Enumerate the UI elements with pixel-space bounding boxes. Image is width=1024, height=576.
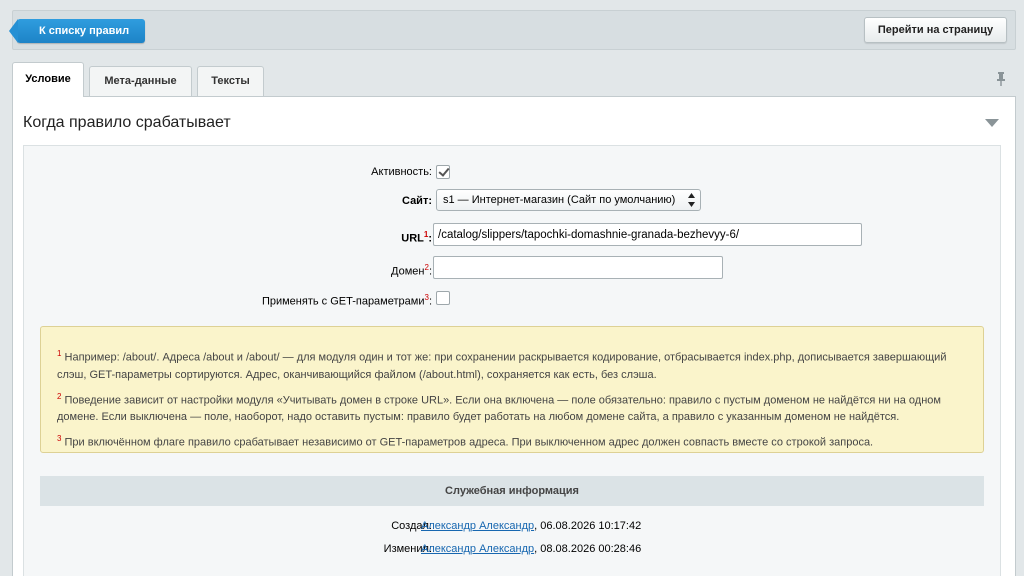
chevron-down-icon[interactable] (985, 119, 999, 127)
created-user-link[interactable]: Александр Александр (421, 520, 534, 532)
footnotes-box: 1 Например: /about/. Адреса /about и /ab… (40, 326, 984, 453)
back-to-rules-button[interactable]: К списку правил (9, 19, 145, 43)
active-checkbox[interactable] (436, 165, 450, 179)
url-row: URL1: (24, 223, 1002, 247)
site-label: Сайт: (401, 195, 432, 207)
select-arrows-icon (688, 193, 695, 207)
service-info-header: Служебная информация (40, 476, 984, 506)
form-area: Активность: Сайт: s1 — Интернет-магазин … (23, 145, 1001, 576)
get-params-row: Применять с GET-параметрами3: (24, 286, 1002, 310)
site-select[interactable]: s1 — Интернет-магазин (Сайт по умолчанию… (436, 189, 701, 211)
created-row: Создал: Александр Александр, 06.08.2026 … (24, 517, 1002, 535)
modified-user-link[interactable]: Александр Александр (421, 543, 534, 555)
section-title: Когда правило срабатывает (23, 114, 231, 131)
active-label: Активность: (371, 166, 432, 178)
top-toolbar: К списку правил Перейти на страницу (9, 10, 1016, 50)
site-select-value: s1 — Интернет-магазин (Сайт по умолчанию… (443, 194, 676, 206)
created-value: Александр Александр, 06.08.2026 10:17:42 (421, 517, 641, 535)
go-to-page-button[interactable]: Перейти на страницу (864, 17, 1007, 43)
created-date: , 06.08.2026 10:17:42 (534, 520, 642, 532)
get-params-checkbox[interactable] (436, 291, 450, 305)
footnote-2: 2 Поведение зависит от настройки модуля … (57, 391, 941, 424)
footnote-1: 1 Например: /about/. Адреса /about и /ab… (57, 349, 947, 381)
get-params-label: Применять с GET-параметрами3: (261, 293, 432, 308)
url-label: URL1: (401, 230, 432, 245)
domain-row: Домен2: (24, 256, 1002, 280)
site-row: Сайт: s1 — Интернет-магазин (Сайт по умо… (24, 189, 1002, 213)
pin-icon[interactable] (996, 72, 1006, 86)
tab-meta-data[interactable]: Мета-данные (89, 66, 192, 96)
active-row: Активность: (24, 160, 1002, 184)
footnote-3: 3 При включённом флаге правило срабатыва… (57, 434, 874, 449)
tab-texts[interactable]: Тексты (197, 66, 264, 96)
modified-value: Александр Александр, 08.08.2026 00:28:46 (421, 540, 641, 558)
rule-panel: Когда правило срабатывает Активность: Са… (12, 96, 1016, 576)
tab-bar: Условие Мета-данные Тексты (12, 62, 1016, 97)
modified-date: , 08.08.2026 00:28:46 (534, 543, 642, 555)
url-input[interactable] (433, 223, 862, 246)
tab-condition[interactable]: Условие (12, 62, 84, 97)
domain-label: Домен2: (391, 263, 432, 278)
domain-input[interactable] (433, 256, 723, 279)
modified-row: Изменил: Александр Александр, 08.08.2026… (24, 540, 1002, 558)
